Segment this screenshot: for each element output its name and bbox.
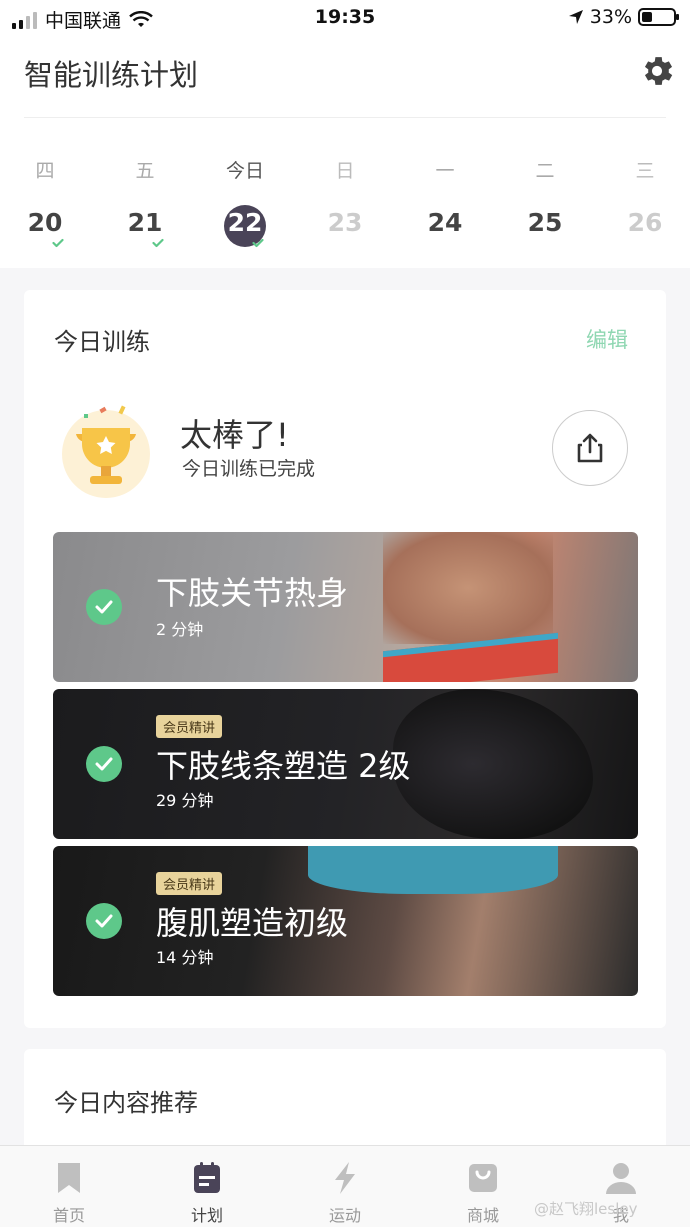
date-number: 26 (627, 208, 663, 237)
recommend-title: 今日内容推荐 (54, 1089, 198, 1117)
check-icon (86, 903, 122, 939)
congrats-heading: 太棒了! (180, 416, 289, 454)
bookmark-icon (58, 1163, 80, 1193)
workout-duration: 14 分钟 (156, 948, 214, 967)
tab-label: 运动 (328, 1206, 361, 1225)
check-icon (252, 238, 264, 248)
date-number: 20 (27, 208, 63, 237)
trophy-icon (62, 405, 150, 498)
workout-photo (393, 689, 593, 839)
check-icon (152, 238, 164, 248)
battery-icon (638, 8, 679, 26)
today-training-card: 今日训练 编辑 太棒了! 今日训练已完成 下肢关节热身 2 分钟 会员精讲 下肢… (24, 290, 666, 1028)
workout-item[interactable]: 会员精讲 腹肌塑造初级 14 分钟 (53, 846, 638, 996)
weekday-label: 今日 (225, 160, 264, 182)
workout-photo (308, 846, 558, 894)
weekday-label: 三 (635, 160, 655, 182)
watermark: @赵飞翔lesley (534, 1200, 638, 1218)
shopping-bag-icon (469, 1164, 497, 1192)
lightning-icon (335, 1162, 355, 1194)
completed-text: 今日训练已完成 (182, 458, 316, 480)
check-icon (52, 238, 64, 248)
weekday-label: 五 (135, 160, 155, 182)
week-strip: 四 20 五 21 今日 22 日 23 一 24 二 25 三 26 (0, 118, 690, 268)
tab-exercise[interactable]: 运动 (276, 1146, 414, 1227)
weekday-label: 二 (535, 160, 555, 182)
header: 智能训练计划 (0, 36, 690, 118)
tab-label: 商城 (466, 1206, 499, 1225)
workout-duration: 29 分钟 (156, 791, 214, 810)
member-badge: 会员精讲 (156, 715, 223, 738)
date-number: 23 (327, 208, 363, 237)
workout-name: 腹肌塑造初级 (156, 904, 349, 942)
weekday-label: 日 (335, 160, 355, 182)
workout-name: 下肢关节热身 (156, 574, 349, 612)
date-number: 21 (127, 208, 163, 237)
workout-item[interactable]: 下肢关节热身 2 分钟 (53, 532, 638, 682)
tab-label: 首页 (52, 1206, 85, 1225)
date-number: 25 (527, 208, 563, 237)
battery-percent: 33% (589, 6, 632, 28)
user-icon (606, 1163, 636, 1194)
weekday-label: 一 (435, 160, 455, 182)
weekday-label: 四 (35, 160, 55, 182)
tab-label: 计划 (190, 1206, 223, 1225)
edit-button[interactable]: 编辑 (586, 324, 628, 354)
plan-icon (194, 1162, 220, 1193)
tab-home[interactable]: 首页 (0, 1146, 138, 1227)
share-button[interactable] (552, 410, 628, 486)
today-training-title: 今日训练 (54, 328, 150, 356)
tab-plan[interactable]: 计划 (138, 1146, 276, 1227)
workout-item[interactable]: 会员精讲 下肢线条塑造 2级 29 分钟 (53, 689, 638, 839)
tab-store[interactable]: 商城 (414, 1146, 552, 1227)
check-icon (86, 589, 122, 625)
workout-photo (383, 532, 553, 644)
workout-duration: 2 分钟 (156, 620, 204, 639)
date-number: 22 (227, 208, 263, 237)
share-icon (577, 433, 603, 463)
location-arrow-icon (568, 10, 583, 24)
check-icon (86, 746, 122, 782)
gear-icon[interactable] (638, 52, 676, 90)
date-number: 24 (427, 208, 463, 237)
status-bar: 中国联通 19:35 33% (0, 0, 690, 36)
page-title: 智能训练计划 (24, 58, 199, 92)
workout-name: 下肢线条塑造 2级 (156, 747, 411, 785)
member-badge: 会员精讲 (156, 872, 223, 895)
